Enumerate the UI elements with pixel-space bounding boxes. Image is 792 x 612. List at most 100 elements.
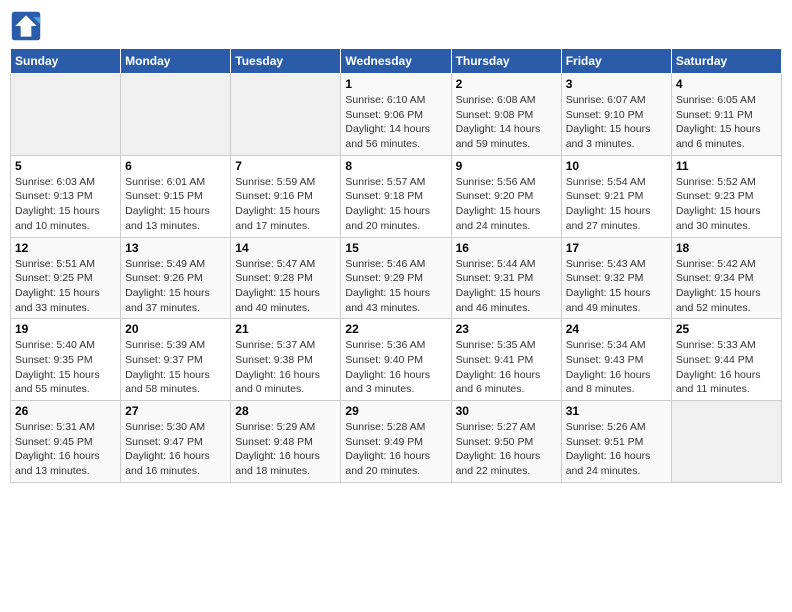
day-number: 5	[15, 159, 116, 173]
calendar-cell: 6 Sunrise: 6:01 AM Sunset: 9:15 PM Daylig…	[121, 155, 231, 237]
day-info: Sunrise: 5:42 AM Sunset: 9:34 PM Dayligh…	[676, 257, 777, 316]
calendar-cell	[121, 74, 231, 156]
day-info: Sunrise: 5:34 AM Sunset: 9:43 PM Dayligh…	[566, 338, 667, 397]
day-number: 26	[15, 404, 116, 418]
day-info: Sunrise: 5:51 AM Sunset: 9:25 PM Dayligh…	[15, 257, 116, 316]
day-info: Sunrise: 5:37 AM Sunset: 9:38 PM Dayligh…	[235, 338, 336, 397]
calendar-cell: 12 Sunrise: 5:51 AM Sunset: 9:25 PM Dayli…	[11, 237, 121, 319]
day-of-week-header: Saturday	[671, 49, 781, 74]
day-number: 23	[456, 322, 557, 336]
day-info: Sunrise: 5:44 AM Sunset: 9:31 PM Dayligh…	[456, 257, 557, 316]
day-info: Sunrise: 5:43 AM Sunset: 9:32 PM Dayligh…	[566, 257, 667, 316]
day-number: 17	[566, 241, 667, 255]
day-of-week-header: Sunday	[11, 49, 121, 74]
day-info: Sunrise: 6:01 AM Sunset: 9:15 PM Dayligh…	[125, 175, 226, 234]
calendar-cell: 7 Sunrise: 5:59 AM Sunset: 9:16 PM Daylig…	[231, 155, 341, 237]
day-info: Sunrise: 5:28 AM Sunset: 9:49 PM Dayligh…	[345, 420, 446, 479]
calendar-cell: 17 Sunrise: 5:43 AM Sunset: 9:32 PM Dayli…	[561, 237, 671, 319]
calendar-cell: 19 Sunrise: 5:40 AM Sunset: 9:35 PM Dayli…	[11, 319, 121, 401]
day-number: 24	[566, 322, 667, 336]
day-of-week-header: Friday	[561, 49, 671, 74]
day-number: 18	[676, 241, 777, 255]
day-number: 12	[15, 241, 116, 255]
day-number: 4	[676, 77, 777, 91]
day-number: 20	[125, 322, 226, 336]
day-number: 11	[676, 159, 777, 173]
day-info: Sunrise: 5:57 AM Sunset: 9:18 PM Dayligh…	[345, 175, 446, 234]
day-info: Sunrise: 6:03 AM Sunset: 9:13 PM Dayligh…	[15, 175, 116, 234]
day-info: Sunrise: 5:29 AM Sunset: 9:48 PM Dayligh…	[235, 420, 336, 479]
calendar-cell: 16 Sunrise: 5:44 AM Sunset: 9:31 PM Dayli…	[451, 237, 561, 319]
logo-icon	[10, 10, 42, 42]
day-info: Sunrise: 5:47 AM Sunset: 9:28 PM Dayligh…	[235, 257, 336, 316]
day-info: Sunrise: 5:35 AM Sunset: 9:41 PM Dayligh…	[456, 338, 557, 397]
day-number: 14	[235, 241, 336, 255]
calendar-cell: 27 Sunrise: 5:30 AM Sunset: 9:47 PM Dayli…	[121, 401, 231, 483]
calendar-cell: 20 Sunrise: 5:39 AM Sunset: 9:37 PM Dayli…	[121, 319, 231, 401]
day-info: Sunrise: 5:33 AM Sunset: 9:44 PM Dayligh…	[676, 338, 777, 397]
day-number: 10	[566, 159, 667, 173]
calendar-cell: 23 Sunrise: 5:35 AM Sunset: 9:41 PM Dayli…	[451, 319, 561, 401]
calendar-week-row: 5 Sunrise: 6:03 AM Sunset: 9:13 PM Daylig…	[11, 155, 782, 237]
day-number: 1	[345, 77, 446, 91]
day-number: 25	[676, 322, 777, 336]
day-info: Sunrise: 5:56 AM Sunset: 9:20 PM Dayligh…	[456, 175, 557, 234]
calendar-cell: 28 Sunrise: 5:29 AM Sunset: 9:48 PM Dayli…	[231, 401, 341, 483]
calendar-cell: 31 Sunrise: 5:26 AM Sunset: 9:51 PM Dayli…	[561, 401, 671, 483]
day-number: 31	[566, 404, 667, 418]
day-number: 7	[235, 159, 336, 173]
day-info: Sunrise: 6:10 AM Sunset: 9:06 PM Dayligh…	[345, 93, 446, 152]
day-number: 27	[125, 404, 226, 418]
day-number: 16	[456, 241, 557, 255]
calendar-cell: 5 Sunrise: 6:03 AM Sunset: 9:13 PM Daylig…	[11, 155, 121, 237]
day-number: 15	[345, 241, 446, 255]
day-info: Sunrise: 5:31 AM Sunset: 9:45 PM Dayligh…	[15, 420, 116, 479]
day-number: 13	[125, 241, 226, 255]
calendar-header-row: SundayMondayTuesdayWednesdayThursdayFrid…	[11, 49, 782, 74]
day-info: Sunrise: 5:26 AM Sunset: 9:51 PM Dayligh…	[566, 420, 667, 479]
day-info: Sunrise: 5:46 AM Sunset: 9:29 PM Dayligh…	[345, 257, 446, 316]
day-info: Sunrise: 5:39 AM Sunset: 9:37 PM Dayligh…	[125, 338, 226, 397]
day-info: Sunrise: 5:49 AM Sunset: 9:26 PM Dayligh…	[125, 257, 226, 316]
day-number: 29	[345, 404, 446, 418]
calendar-week-row: 26 Sunrise: 5:31 AM Sunset: 9:45 PM Dayli…	[11, 401, 782, 483]
calendar-cell	[11, 74, 121, 156]
day-number: 3	[566, 77, 667, 91]
logo	[10, 10, 46, 42]
day-info: Sunrise: 5:54 AM Sunset: 9:21 PM Dayligh…	[566, 175, 667, 234]
day-number: 21	[235, 322, 336, 336]
calendar-cell: 30Sunrise: 5:27 AM Sunset: 9:50 PM Dayli…	[451, 401, 561, 483]
calendar-cell: 15 Sunrise: 5:46 AM Sunset: 9:29 PM Dayli…	[341, 237, 451, 319]
calendar-cell: 21 Sunrise: 5:37 AM Sunset: 9:38 PM Dayli…	[231, 319, 341, 401]
calendar-cell: 3Sunrise: 6:07 AM Sunset: 9:10 PM Daylig…	[561, 74, 671, 156]
calendar-cell: 9 Sunrise: 5:56 AM Sunset: 9:20 PM Daylig…	[451, 155, 561, 237]
calendar-cell: 4 Sunrise: 6:05 AM Sunset: 9:11 PM Daylig…	[671, 74, 781, 156]
day-info: Sunrise: 5:59 AM Sunset: 9:16 PM Dayligh…	[235, 175, 336, 234]
day-number: 8	[345, 159, 446, 173]
day-info: Sunrise: 6:08 AM Sunset: 9:08 PM Dayligh…	[456, 93, 557, 152]
day-number: 9	[456, 159, 557, 173]
calendar-cell	[231, 74, 341, 156]
day-number: 22	[345, 322, 446, 336]
day-number: 19	[15, 322, 116, 336]
day-info: Sunrise: 5:40 AM Sunset: 9:35 PM Dayligh…	[15, 338, 116, 397]
day-info: Sunrise: 5:30 AM Sunset: 9:47 PM Dayligh…	[125, 420, 226, 479]
day-number: 2	[456, 77, 557, 91]
day-info: Sunrise: 6:05 AM Sunset: 9:11 PM Dayligh…	[676, 93, 777, 152]
day-of-week-header: Wednesday	[341, 49, 451, 74]
day-info: Sunrise: 5:36 AM Sunset: 9:40 PM Dayligh…	[345, 338, 446, 397]
calendar-week-row: 12 Sunrise: 5:51 AM Sunset: 9:25 PM Dayli…	[11, 237, 782, 319]
calendar-cell	[671, 401, 781, 483]
page-header	[10, 10, 782, 42]
calendar-cell: 24 Sunrise: 5:34 AM Sunset: 9:43 PM Dayli…	[561, 319, 671, 401]
day-number: 28	[235, 404, 336, 418]
calendar-cell: 10 Sunrise: 5:54 AM Sunset: 9:21 PM Dayli…	[561, 155, 671, 237]
calendar-cell: 22 Sunrise: 5:36 AM Sunset: 9:40 PM Dayli…	[341, 319, 451, 401]
calendar-cell: 1 Sunrise: 6:10 AM Sunset: 9:06 PM Daylig…	[341, 74, 451, 156]
day-of-week-header: Monday	[121, 49, 231, 74]
day-of-week-header: Thursday	[451, 49, 561, 74]
day-number: 6	[125, 159, 226, 173]
calendar-cell: 11 Sunrise: 5:52 AM Sunset: 9:23 PM Dayli…	[671, 155, 781, 237]
day-info: Sunrise: 5:52 AM Sunset: 9:23 PM Dayligh…	[676, 175, 777, 234]
calendar-cell: 2 Sunrise: 6:08 AM Sunset: 9:08 PM Daylig…	[451, 74, 561, 156]
